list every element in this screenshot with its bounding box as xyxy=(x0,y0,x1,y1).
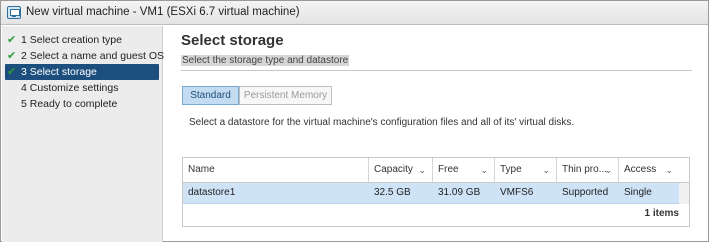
storage-description: Select a datastore for the virtual machi… xyxy=(189,117,575,128)
step-label: 4 Customize settings xyxy=(21,82,119,94)
column-header-capacity[interactable]: Capacity ⌄ xyxy=(369,158,433,182)
chevron-down-icon[interactable]: ⌄ xyxy=(480,158,488,182)
cell-type: VMFS6 xyxy=(500,187,534,198)
check-icon: ✔ xyxy=(7,34,17,46)
step-label: 3 Select storage xyxy=(21,66,97,78)
item-count: 1 items xyxy=(644,208,679,219)
title-bar: New virtual machine - VM1 (ESXi 6.7 virt… xyxy=(1,1,708,25)
page-subtitle: Select the storage type and datastore xyxy=(181,55,350,66)
cell-name: datastore1 xyxy=(188,187,236,198)
step-select-name-guest-os[interactable]: ✔ 2 Select a name and guest OS xyxy=(5,48,164,64)
cell-access: Single xyxy=(624,187,652,198)
window-title: New virtual machine - VM1 (ESXi 6.7 virt… xyxy=(26,6,300,18)
divider xyxy=(181,70,692,71)
column-label: Access xyxy=(624,164,657,175)
step-customize-settings[interactable]: 4 Customize settings xyxy=(5,80,159,96)
column-header-type[interactable]: Type ⌄ xyxy=(495,158,557,182)
chevron-down-icon[interactable]: ⌄ xyxy=(604,158,612,182)
table-row-datastore1[interactable]: datastore1 32.5 GB 31.09 GB VMFS6 Suppor… xyxy=(183,183,679,204)
column-label: Capacity xyxy=(374,164,413,175)
column-label: Type xyxy=(500,164,522,175)
cell-free: 31.09 GB xyxy=(438,187,481,198)
check-icon: ✔ xyxy=(7,66,17,78)
column-header-thin-provisioning[interactable]: Thin pro... ⌄ xyxy=(557,158,619,182)
step-label: 2 Select a name and guest OS xyxy=(21,50,165,62)
column-header-free[interactable]: Free ⌄ xyxy=(433,158,495,182)
step-label: 5 Ready to complete xyxy=(21,98,118,110)
vm-icon xyxy=(7,6,21,19)
check-icon: ✔ xyxy=(7,50,17,62)
new-vm-wizard-window: New virtual machine - VM1 (ESXi 6.7 virt… xyxy=(0,0,709,242)
step-select-creation-type[interactable]: ✔ 1 Select creation type xyxy=(5,32,159,48)
column-label: Free xyxy=(438,164,459,175)
chevron-down-icon[interactable]: ⌄ xyxy=(418,158,426,182)
scrollbar[interactable] xyxy=(679,183,689,204)
chevron-down-icon[interactable]: ⌄ xyxy=(542,158,550,182)
page-title: Select storage xyxy=(181,32,284,49)
step-ready-to-complete[interactable]: 5 Ready to complete xyxy=(5,96,159,112)
column-header-access[interactable]: Access ⌄ xyxy=(619,158,679,182)
wizard-steps-sidebar: ✔ 1 Select creation type ✔ 2 Select a na… xyxy=(2,26,164,242)
tab-persistent-memory[interactable]: Persistent Memory xyxy=(239,86,332,105)
tab-standard[interactable]: Standard xyxy=(182,86,239,105)
main-panel: Select storage Select the storage type a… xyxy=(164,26,709,242)
table-header: Name Capacity ⌄ Free ⌄ Type ⌄ Thin pro..… xyxy=(183,158,689,183)
chevron-down-icon[interactable]: ⌄ xyxy=(665,158,673,182)
cell-capacity: 32.5 GB xyxy=(374,187,411,198)
column-label: Thin pro... xyxy=(562,164,608,175)
column-header-name[interactable]: Name xyxy=(183,158,369,182)
step-select-storage[interactable]: ✔ 3 Select storage xyxy=(5,64,159,80)
column-label: Name xyxy=(188,164,215,175)
datastore-table: Name Capacity ⌄ Free ⌄ Type ⌄ Thin pro..… xyxy=(182,157,690,227)
cell-thin-provisioning: Supported xyxy=(562,187,609,198)
step-label: 1 Select creation type xyxy=(21,34,122,46)
